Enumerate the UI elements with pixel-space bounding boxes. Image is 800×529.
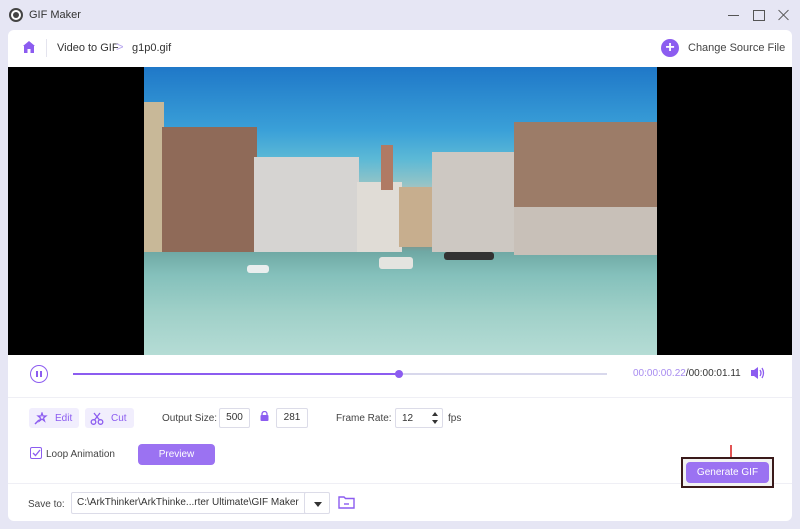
close-button[interactable] bbox=[775, 6, 793, 24]
change-source-file-button[interactable]: + Change Source File bbox=[661, 38, 785, 58]
frame-rate-label: Frame Rate: bbox=[336, 413, 392, 424]
playback-controls: 00:00:00.22/00:00:01.11 bbox=[8, 355, 792, 398]
save-path-field[interactable]: C:\ArkThinker\ArkThinke...rter Ultimate\… bbox=[71, 492, 308, 514]
speaker-icon[interactable] bbox=[750, 366, 766, 380]
breadcrumb: Video to GIF > g1p0.gif + Change Source … bbox=[8, 30, 792, 67]
maximize-button[interactable] bbox=[750, 6, 768, 24]
preview-button[interactable]: Preview bbox=[138, 444, 215, 465]
plus-circle-icon: + bbox=[661, 39, 679, 57]
output-size-label: Output Size: bbox=[162, 413, 218, 424]
checkmark-icon bbox=[32, 449, 41, 457]
save-path-dropdown[interactable] bbox=[304, 492, 330, 514]
frame-rate-stepper[interactable]: 12 bbox=[395, 408, 443, 428]
stepper-arrows-icon[interactable] bbox=[431, 411, 439, 425]
divider bbox=[46, 39, 47, 57]
window-title: GIF Maker bbox=[29, 9, 81, 21]
annotation-highlight-box: Generate GIF bbox=[681, 457, 774, 488]
fps-label: fps bbox=[448, 413, 462, 424]
main-panel: Video to GIF > g1p0.gif + Change Source … bbox=[8, 30, 792, 521]
folder-icon[interactable] bbox=[338, 495, 355, 509]
loop-animation-label: Loop Animation bbox=[46, 449, 115, 460]
frame-rate-value: 12 bbox=[402, 413, 414, 424]
progress-fill bbox=[73, 373, 399, 375]
save-bar: Save to: C:\ArkThinker\ArkThinke...rter … bbox=[8, 483, 792, 521]
width-input[interactable]: 500 bbox=[219, 408, 250, 428]
edit-label: Edit bbox=[55, 412, 73, 424]
cut-label: Cut bbox=[111, 412, 127, 424]
app-logo-icon bbox=[9, 8, 23, 22]
video-player[interactable] bbox=[8, 67, 792, 355]
home-icon[interactable] bbox=[22, 40, 36, 54]
generate-gif-button[interactable]: Generate GIF bbox=[686, 462, 769, 483]
minimize-button[interactable] bbox=[725, 6, 743, 24]
time-display: 00:00:00.22/00:00:01.11 bbox=[633, 368, 741, 379]
height-input[interactable]: 281 bbox=[276, 408, 308, 428]
breadcrumb-video-to-gif[interactable]: Video to GIF bbox=[57, 42, 119, 54]
gif-settings: Edit Cut Output Size: 500 281 Frame Rate… bbox=[8, 398, 792, 483]
edit-button[interactable]: Edit bbox=[29, 408, 79, 428]
cut-button[interactable]: Cut bbox=[85, 408, 134, 428]
scissors-icon bbox=[90, 412, 104, 425]
save-to-label: Save to: bbox=[28, 499, 65, 510]
lock-icon[interactable] bbox=[260, 411, 269, 421]
progress-knob[interactable] bbox=[394, 370, 403, 378]
current-time: 00:00:00.22 bbox=[633, 368, 686, 379]
pause-button[interactable] bbox=[30, 365, 48, 383]
total-time: 00:00:01.11 bbox=[688, 368, 741, 379]
breadcrumb-filename: g1p0.gif bbox=[132, 42, 172, 54]
chevron-right-icon: > bbox=[116, 39, 124, 54]
magic-wand-icon bbox=[34, 411, 48, 425]
progress-slider[interactable] bbox=[73, 370, 607, 378]
video-frame bbox=[144, 67, 657, 355]
title-bar: GIF Maker bbox=[0, 0, 800, 30]
loop-animation-checkbox[interactable] bbox=[30, 447, 42, 459]
change-source-label: Change Source File bbox=[688, 42, 786, 54]
